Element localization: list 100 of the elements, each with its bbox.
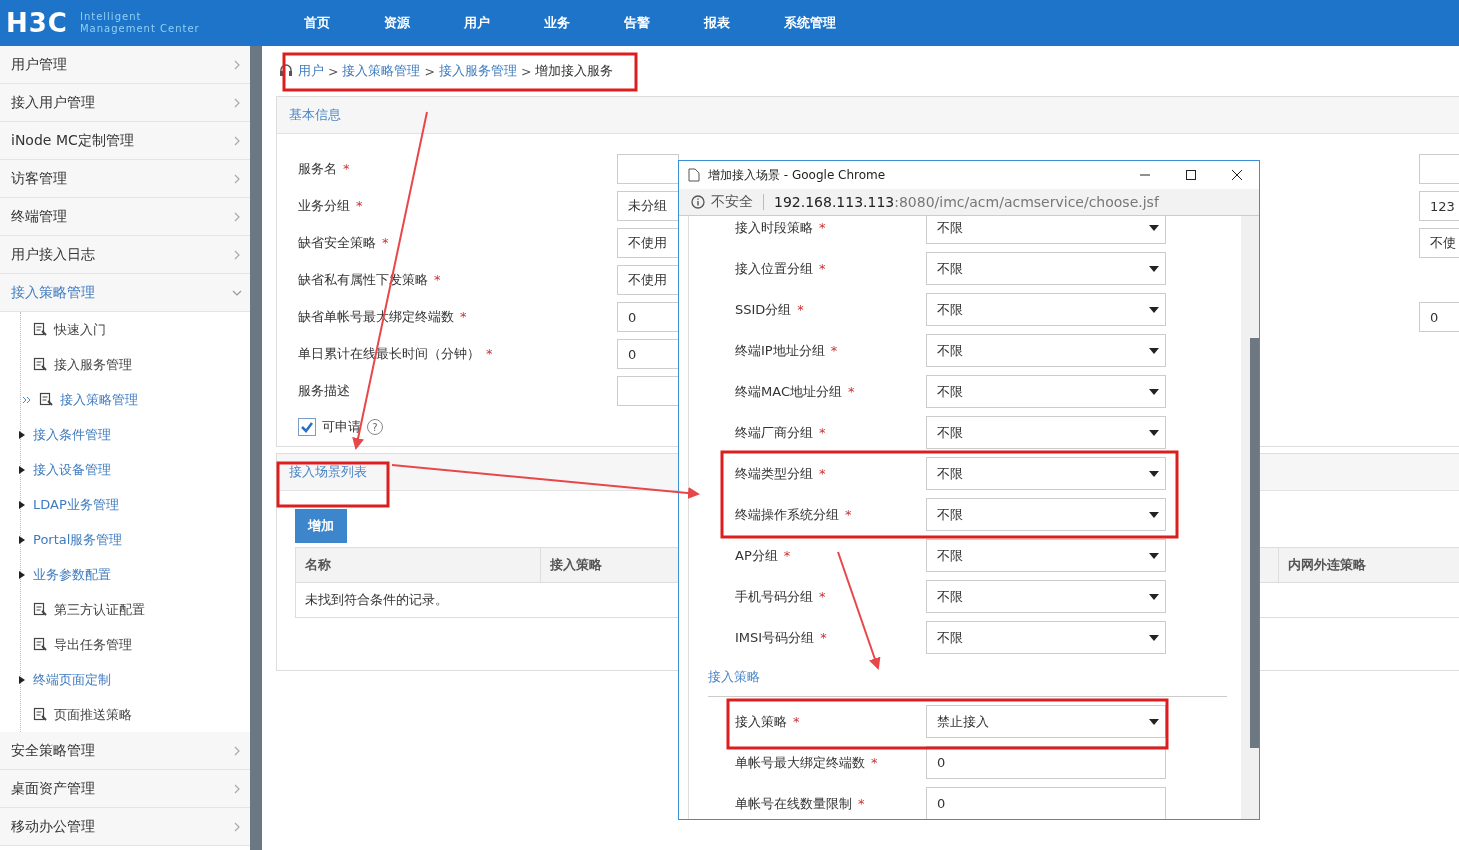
- field-label: 业务分组 *: [298, 198, 363, 213]
- checkbox-label: 可申请: [322, 418, 361, 436]
- sidebar-item[interactable]: 安全策略管理: [0, 732, 250, 770]
- maximize-icon[interactable]: [1185, 169, 1197, 181]
- panel-title: 基本信息: [289, 106, 341, 124]
- caret-down-icon: [1149, 347, 1159, 354]
- sidebar-item[interactable]: 用户管理: [0, 46, 250, 84]
- scrollbar[interactable]: [250, 46, 262, 850]
- tree-item[interactable]: Portal服务管理: [19, 522, 250, 557]
- column-header[interactable]: 内网外连策略: [1279, 548, 1459, 582]
- field-label: 单帐号最大绑定终端数 *: [735, 754, 878, 770]
- sidebar-item[interactable]: 移动办公管理: [0, 808, 250, 846]
- breadcrumb-separator: >: [520, 63, 532, 79]
- triangle-right-icon: [19, 465, 25, 474]
- caret-down-icon: [1149, 718, 1159, 725]
- chevron-right-icon: [232, 59, 242, 70]
- sidebar-item[interactable]: 用户接入日志: [0, 236, 250, 274]
- caret-down-icon: [1149, 552, 1159, 559]
- scrollbar[interactable]: [1241, 216, 1259, 819]
- dropdown[interactable]: 不限: [926, 580, 1166, 613]
- dropdown[interactable]: 不限: [926, 375, 1166, 408]
- document-icon: [33, 357, 48, 372]
- dropdown[interactable]: 不限: [926, 457, 1166, 490]
- nav-item[interactable]: 用户: [463, 14, 544, 32]
- breadcrumb-current: 增加接入服务: [535, 62, 614, 80]
- nav-item[interactable]: 系统管理: [783, 14, 864, 32]
- field-label: 手机号码分组 *: [735, 588, 826, 604]
- field-label: 终端IP地址分组 *: [735, 342, 838, 358]
- empty-message: 未找到符合条件的记录。: [305, 591, 448, 609]
- input-field[interactable]: 0: [1419, 302, 1459, 332]
- logo-tagline: Management Center: [79, 23, 200, 35]
- tree-item[interactable]: 接入设备管理: [19, 452, 250, 487]
- tree-item[interactable]: 页面推送策略: [21, 697, 250, 732]
- field-label: 终端类型分组 *: [735, 465, 826, 481]
- chevron-right-icon: [232, 745, 242, 756]
- dropdown[interactable]: 不限: [926, 293, 1166, 326]
- document-icon: [39, 392, 54, 407]
- dropdown[interactable]: 不限: [926, 252, 1166, 285]
- sidebar-item[interactable]: 桌面资产管理: [0, 770, 250, 808]
- sidebar-item[interactable]: 访客管理: [0, 160, 250, 198]
- address-bar[interactable]: 不安全 192.168.113.113:8080/imc/acm/acmservice/choose.jsf: [679, 189, 1259, 216]
- nav-item[interactable]: 报表: [703, 14, 784, 32]
- sidebar-item[interactable]: 接入策略管理: [0, 274, 250, 312]
- tree-item[interactable]: 终端页面定制: [19, 662, 250, 697]
- info-icon[interactable]: [691, 195, 705, 209]
- close-icon[interactable]: [1231, 169, 1243, 181]
- breadcrumb-link[interactable]: 用户: [298, 62, 324, 80]
- dropdown[interactable]: 不限: [926, 498, 1166, 531]
- input-field[interactable]: 123: [1419, 191, 1459, 221]
- breadcrumb-separator: >: [424, 63, 435, 79]
- breadcrumb-link[interactable]: 接入服务管理: [438, 62, 517, 80]
- url-path: :8080/imc/acm/acmservice/choose.jsf: [894, 194, 1159, 210]
- triangle-right-icon: [19, 500, 25, 509]
- tree-item[interactable]: 接入条件管理: [19, 417, 250, 452]
- sidebar-item[interactable]: 终端管理: [0, 198, 250, 236]
- nav-item[interactable]: 业务: [543, 14, 624, 32]
- tree-item[interactable]: 快速入门: [21, 312, 250, 347]
- field-label: 接入策略 *: [735, 713, 800, 729]
- tree-item[interactable]: LDAP业务管理: [19, 487, 250, 522]
- dropdown[interactable]: 不限: [926, 416, 1166, 449]
- field-label: 缺省安全策略 *: [298, 235, 389, 250]
- field-label: IMSI号码分组 *: [735, 629, 827, 645]
- scrollbar-thumb[interactable]: [1250, 338, 1259, 748]
- checkbox[interactable]: [298, 418, 316, 436]
- tree-item[interactable]: 接入策略管理: [21, 382, 250, 417]
- nav-item[interactable]: 告警: [623, 14, 704, 32]
- panel-title: 接入场景列表: [289, 463, 367, 481]
- caret-down-icon: [1149, 634, 1159, 641]
- input-field[interactable]: 0: [926, 787, 1166, 819]
- tree-item[interactable]: 第三方认证配置: [21, 592, 250, 627]
- triangle-right-icon: [19, 535, 25, 544]
- nav-item[interactable]: 资源: [383, 14, 464, 32]
- sidebar-item[interactable]: iNode MC定制管理: [0, 122, 250, 160]
- field-label: 服务名 *: [298, 161, 350, 176]
- field-label: 终端厂商分组 *: [735, 424, 826, 440]
- headset-icon: [278, 63, 294, 79]
- sidebar-item[interactable]: 接入用户管理: [0, 84, 250, 122]
- logo: H3C: [6, 8, 68, 38]
- input-field[interactable]: 不使: [1419, 228, 1459, 258]
- field-label: 单帐号在线数量限制 *: [735, 795, 865, 811]
- chevron-right-icon: [232, 97, 242, 108]
- chevron-right-icon: [232, 783, 242, 794]
- field-label: 接入位置分组 *: [735, 260, 826, 276]
- breadcrumb-link[interactable]: 接入策略管理: [342, 62, 421, 80]
- caret-down-icon: [1149, 593, 1159, 600]
- dropdown[interactable]: 不限: [926, 621, 1166, 654]
- add-button[interactable]: 增加: [295, 509, 347, 543]
- dropdown[interactable]: 禁止接入: [926, 705, 1166, 738]
- dropdown[interactable]: 不限: [926, 539, 1166, 572]
- tree-item[interactable]: 接入服务管理: [21, 347, 250, 382]
- input-field[interactable]: 0: [926, 746, 1166, 779]
- tree-item[interactable]: 导出任务管理: [21, 627, 250, 662]
- column-header[interactable]: 名称: [296, 548, 541, 582]
- triangle-right-icon: [19, 675, 25, 684]
- nav-item[interactable]: 首页: [303, 14, 384, 32]
- triangle-right-icon: [19, 570, 25, 579]
- dropdown[interactable]: 不限: [926, 334, 1166, 367]
- tree-item[interactable]: 业务参数配置: [19, 557, 250, 592]
- caret-down-icon: [1149, 306, 1159, 313]
- dropdown[interactable]: 不限: [926, 216, 1166, 244]
